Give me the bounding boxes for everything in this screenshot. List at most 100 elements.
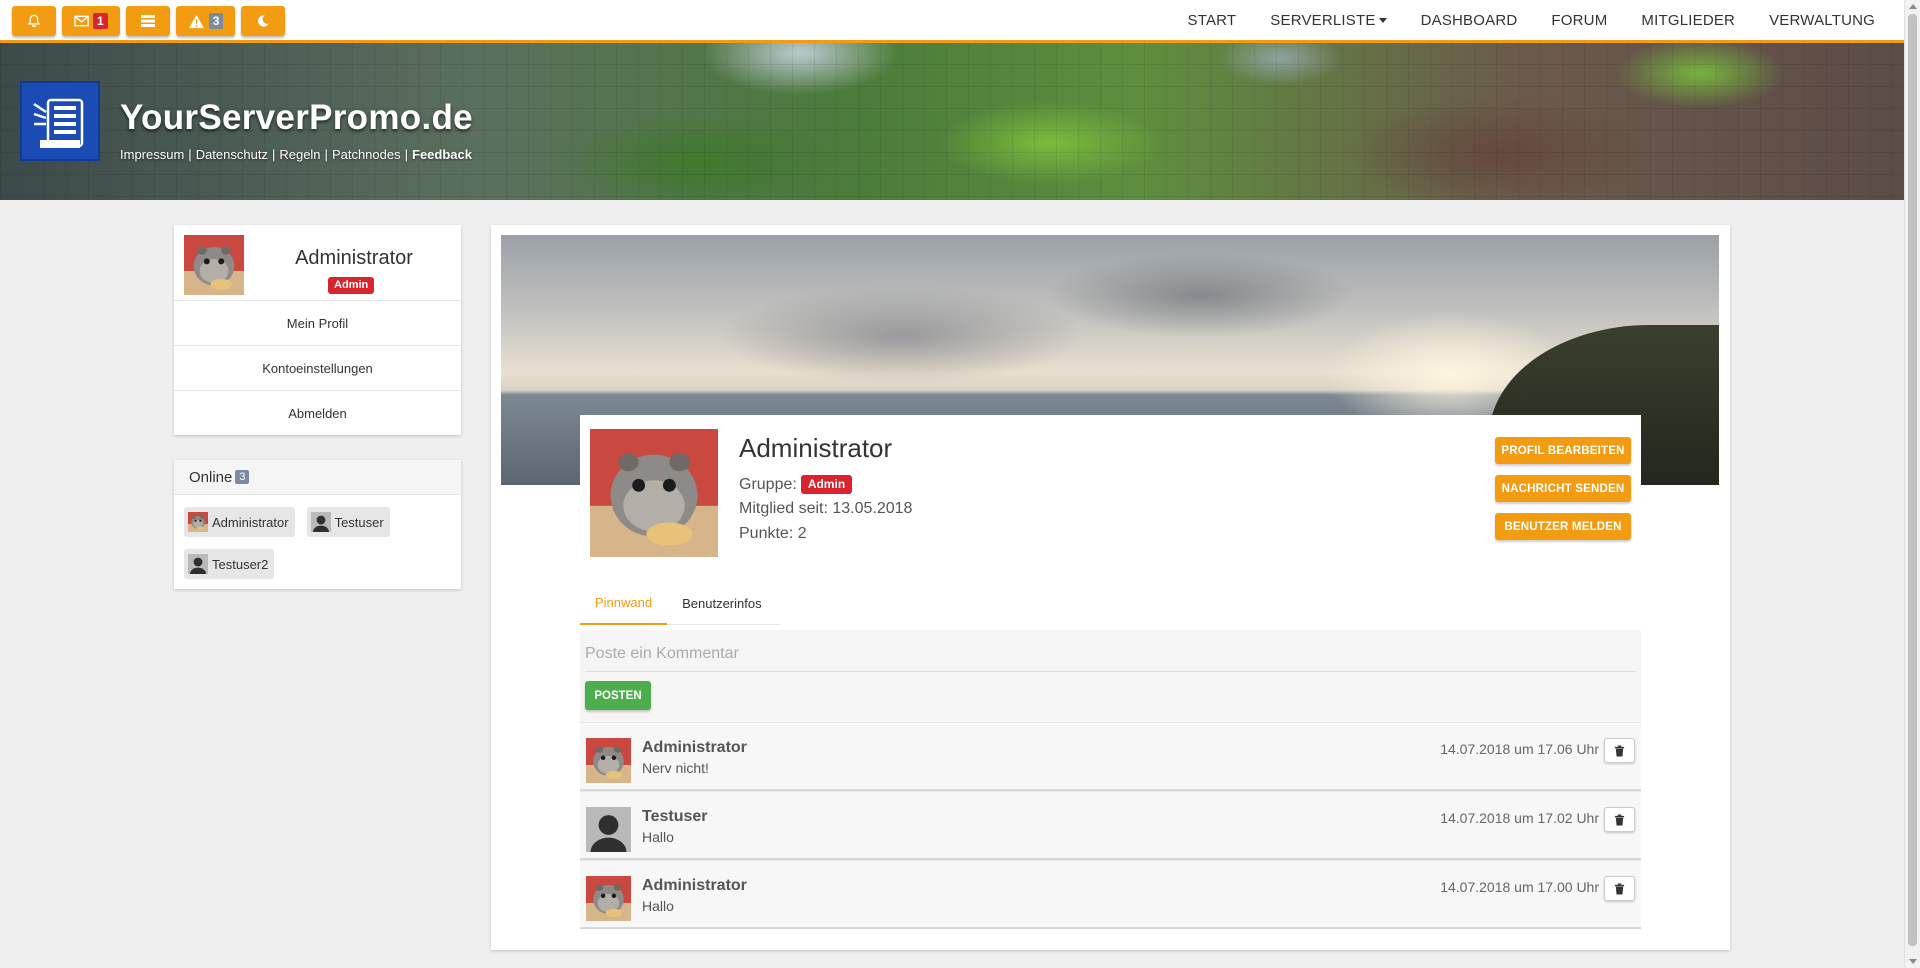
- header-links: Impressum | Datenschutz | Regeln | Patchnodes |…: [120, 147, 472, 162]
- nav-mitglieder[interactable]: MITGLIEDER: [1624, 12, 1752, 29]
- link-feedback[interactable]: Feedback: [412, 147, 472, 162]
- online-user-chip[interactable]: Administrator: [184, 507, 295, 537]
- delete-post-button[interactable]: [1604, 738, 1635, 763]
- online-header: Online 3: [174, 460, 461, 495]
- profile-points: Punkte: 2: [739, 525, 807, 542]
- wall-posts: Administrator Nerv nicht! 14.07.2018 um …: [580, 722, 1641, 929]
- online-user-chip[interactable]: Testuser: [306, 507, 390, 537]
- post-author-avatar[interactable]: [586, 807, 631, 852]
- nav-start[interactable]: START: [1170, 12, 1253, 29]
- post-button[interactable]: POSTEN: [585, 681, 651, 710]
- trash-icon: [1614, 814, 1625, 825]
- link-separator: |: [188, 147, 192, 162]
- link-separator: |: [271, 147, 276, 162]
- warnings-count-badge: 3: [208, 13, 224, 29]
- post-text: Hallo: [642, 829, 674, 845]
- group-label: Gruppe:: [739, 475, 797, 493]
- server-list-button[interactable]: [125, 6, 170, 36]
- server-list-icon: [140, 15, 155, 27]
- main-nav: START SERVERLISTE DASHBOARD FORUM MITGLI…: [1170, 0, 1892, 40]
- header-banner: YourServerPromo.de Impressum | Datenschutz…: [0, 43, 1904, 200]
- online-user-chip[interactable]: Testuser2: [184, 549, 275, 579]
- site-logo[interactable]: [20, 81, 100, 161]
- online-user-name: Testuser2: [212, 556, 269, 572]
- sidebar-user-card: Administrator Admin Mein Profil Kontoein…: [174, 225, 461, 435]
- profile-avatar: [590, 429, 718, 557]
- post-time: 14.07.2018 um 17.02 Uhr: [1440, 810, 1599, 826]
- notifications-button[interactable]: [12, 6, 56, 36]
- link-patchnodes[interactable]: Patchnodes: [332, 147, 401, 162]
- scrollbar-thumb[interactable]: [1908, 14, 1917, 946]
- warnings-button[interactable]: 3: [175, 6, 236, 36]
- profile-actions: PROFIL BEARBEITEN NACHRICHT SENDEN BENUT…: [1495, 437, 1631, 540]
- site-title: YourServerPromo.de: [120, 98, 473, 137]
- post-author-avatar[interactable]: [586, 738, 631, 783]
- tab-pinnwand[interactable]: Pinnwand: [580, 581, 668, 625]
- comment-input[interactable]: [585, 636, 1636, 672]
- wall-post: Administrator Nerv nicht! 14.07.2018 um …: [580, 722, 1641, 791]
- top-action-buttons: 1 3: [12, 6, 286, 36]
- group-badge: Admin: [800, 475, 853, 494]
- link-datenschutz[interactable]: Datenschutz: [196, 147, 268, 162]
- sidebar-menu: Mein Profil Kontoeinstellungen Abmelden: [174, 300, 461, 435]
- role-badge: Admin: [328, 277, 375, 294]
- online-title: Online: [189, 468, 233, 486]
- edit-profile-button[interactable]: PROFIL BEARBEITEN: [1495, 437, 1631, 464]
- nav-serverliste-label: SERVERLISTE: [1270, 11, 1376, 29]
- user-avatar[interactable]: [184, 235, 244, 295]
- post-author[interactable]: Administrator: [642, 739, 747, 757]
- trash-icon: [1614, 883, 1625, 894]
- menu-account-settings[interactable]: Kontoeinstellungen: [174, 345, 461, 390]
- warning-icon: [188, 14, 204, 28]
- user-avatar: [188, 554, 208, 574]
- envelope-icon: [74, 15, 89, 27]
- nav-dashboard[interactable]: DASHBOARD: [1404, 12, 1535, 29]
- profile-name: Administrator: [739, 433, 893, 463]
- scroll-down-arrow-icon[interactable]: [1909, 959, 1917, 964]
- comment-form: POSTEN: [580, 630, 1641, 727]
- dark-mode-toggle[interactable]: [241, 6, 286, 36]
- user-avatar: [188, 512, 208, 532]
- menu-my-profile[interactable]: Mein Profil: [174, 300, 461, 345]
- report-user-button[interactable]: BENUTZER MELDEN: [1495, 513, 1631, 540]
- sidebar-role-badge-wrap: Admin: [328, 275, 375, 294]
- online-user-name: Administrator: [212, 514, 289, 530]
- link-impressum[interactable]: Impressum: [120, 147, 184, 162]
- member-since: Mitglied seit: 13.05.2018: [739, 500, 913, 517]
- profile-info-box: Administrator Gruppe: Admin Mitglied sei…: [580, 415, 1641, 565]
- trash-icon: [1614, 745, 1625, 756]
- nav-forum[interactable]: FORUM: [1534, 12, 1624, 29]
- scroll-up-arrow-icon[interactable]: [1909, 4, 1917, 9]
- nav-verwaltung[interactable]: VERWALTUNG: [1752, 12, 1892, 29]
- bell-icon: [27, 14, 41, 28]
- profile-group: Gruppe: Admin: [739, 475, 853, 494]
- profile-card: Administrator Gruppe: Admin Mitglied sei…: [491, 225, 1730, 950]
- top-navbar: 1 3 START SERVERLISTE DASHBOARD FORUM MI…: [0, 0, 1904, 43]
- post-author[interactable]: Testuser: [642, 808, 708, 826]
- nav-serverliste[interactable]: SERVERLISTE: [1253, 12, 1403, 29]
- sidebar-username: Administrator: [295, 247, 413, 269]
- online-user-name: Testuser: [334, 514, 384, 530]
- send-message-button[interactable]: NACHRICHT SENDEN: [1495, 475, 1631, 502]
- delete-post-button[interactable]: [1604, 876, 1635, 901]
- moon-icon: [258, 15, 270, 27]
- menu-logout[interactable]: Abmelden: [174, 390, 461, 435]
- link-separator: |: [324, 147, 328, 162]
- tab-benutzerinfos[interactable]: Benutzerinfos: [667, 581, 777, 625]
- link-separator: |: [404, 147, 408, 162]
- messages-count-badge: 1: [93, 13, 108, 29]
- messages-button[interactable]: 1: [62, 6, 120, 36]
- post-author-avatar[interactable]: [586, 876, 631, 921]
- delete-post-button[interactable]: [1604, 807, 1635, 832]
- post-text: Nerv nicht!: [642, 760, 709, 776]
- online-count-badge: 3: [235, 470, 250, 484]
- link-regeln[interactable]: Regeln: [279, 147, 320, 162]
- server-list-logo-icon: [33, 98, 84, 148]
- wall-post: Administrator Hallo 14.07.2018 um 17.00 …: [580, 860, 1641, 929]
- caret-down-icon: [1378, 18, 1387, 24]
- wall-post: Testuser Hallo 14.07.2018 um 17.02 Uhr: [580, 791, 1641, 860]
- profile-tabs: Pinnwand Benutzerinfos: [580, 581, 777, 625]
- page-scrollbar[interactable]: [1904, 0, 1920, 968]
- post-author[interactable]: Administrator: [642, 877, 747, 895]
- online-users-list: Administrator Testuser Testuser2: [174, 495, 461, 591]
